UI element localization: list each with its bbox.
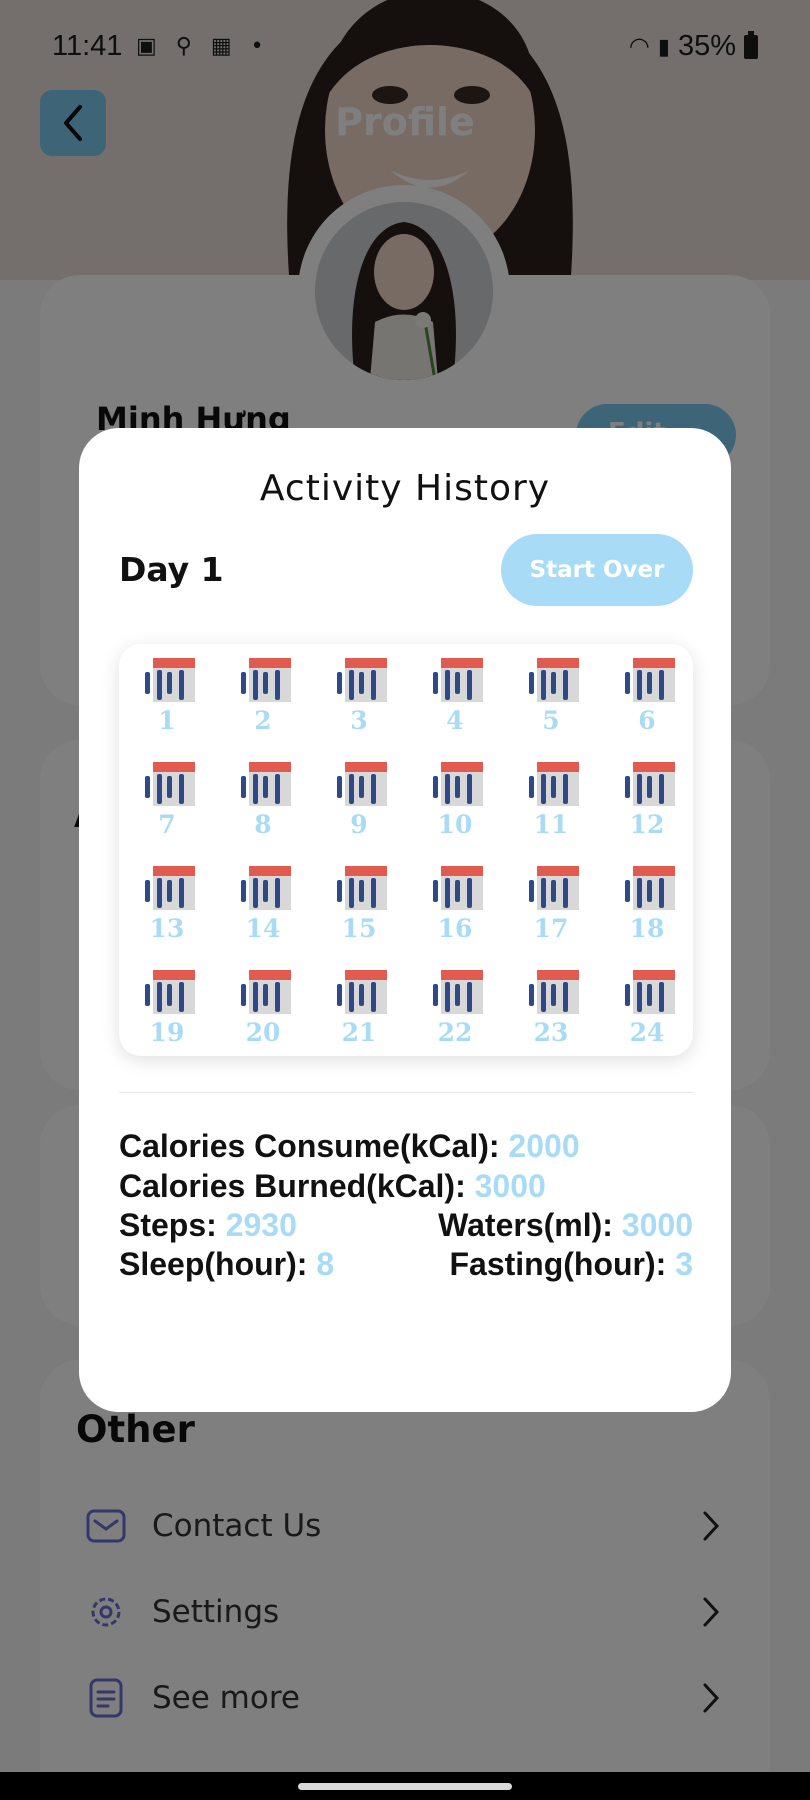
calendar-icon bbox=[145, 866, 195, 910]
day-number: 21 bbox=[341, 1018, 377, 1047]
activity-history-dialog: Activity History Day 1 Start Over 123456… bbox=[79, 428, 731, 1412]
calendar-icon bbox=[337, 658, 387, 702]
dialog-title: Activity History bbox=[259, 468, 551, 509]
day-number: 4 bbox=[446, 706, 464, 735]
calendar-icon bbox=[433, 970, 483, 1014]
divider bbox=[119, 1092, 693, 1093]
stat-value: 3 bbox=[675, 1246, 693, 1282]
day-number: 19 bbox=[149, 1018, 185, 1047]
calendar-icon bbox=[337, 866, 387, 910]
calendar-icon bbox=[337, 762, 387, 806]
day-number: 12 bbox=[629, 810, 665, 839]
calendar-icon bbox=[625, 762, 675, 806]
calendar-icon bbox=[145, 762, 195, 806]
day-item[interactable]: 7 bbox=[127, 754, 207, 850]
day-item[interactable]: 14 bbox=[223, 858, 303, 954]
day-item[interactable]: 9 bbox=[319, 754, 399, 850]
day-number: 7 bbox=[158, 810, 176, 839]
calendar-icon bbox=[433, 762, 483, 806]
day-grid: 1 2 3 4 5 6 7 8 9 10 11 12 13 14 15 16 17 18 19 20 21 22 23 24 bbox=[119, 644, 693, 1056]
calendar-icon bbox=[433, 866, 483, 910]
stat-value: 2000 bbox=[508, 1128, 580, 1164]
stat-sleep: Sleep(hour): 8 bbox=[119, 1246, 334, 1283]
day-number: 16 bbox=[437, 914, 473, 943]
day-item[interactable]: 17 bbox=[511, 858, 591, 954]
calendar-icon bbox=[529, 970, 579, 1014]
day-number: 14 bbox=[245, 914, 281, 943]
day-number: 18 bbox=[629, 914, 665, 943]
day-item[interactable]: 12 bbox=[607, 754, 687, 850]
day-number: 17 bbox=[533, 914, 569, 943]
day-number: 22 bbox=[437, 1018, 473, 1047]
day-number: 6 bbox=[638, 706, 656, 735]
stat-steps: Steps: 2930 bbox=[119, 1207, 297, 1244]
day-number: 9 bbox=[350, 810, 368, 839]
home-gesture-handle[interactable] bbox=[298, 1783, 512, 1790]
day-number: 1 bbox=[158, 706, 176, 735]
stat-value: 8 bbox=[316, 1246, 335, 1282]
stat-fasting: Fasting(hour): 3 bbox=[449, 1246, 693, 1283]
day-item[interactable]: 8 bbox=[223, 754, 303, 850]
calendar-icon bbox=[241, 970, 291, 1014]
calendar-icon bbox=[337, 970, 387, 1014]
day-item[interactable]: 6 bbox=[607, 650, 687, 746]
stat-label: Fasting(hour): bbox=[449, 1246, 667, 1282]
calendar-icon bbox=[625, 970, 675, 1014]
stat-label: Waters(ml): bbox=[438, 1207, 613, 1243]
day-item[interactable]: 3 bbox=[319, 650, 399, 746]
calendar-icon bbox=[241, 658, 291, 702]
stat-value: 3000 bbox=[621, 1207, 693, 1243]
day-number: 24 bbox=[629, 1018, 665, 1047]
day-item[interactable]: 1 bbox=[127, 650, 207, 746]
stat-value: 3000 bbox=[474, 1168, 546, 1204]
calendar-icon bbox=[529, 866, 579, 910]
stat-label: Steps: bbox=[119, 1207, 217, 1243]
day-item[interactable]: 21 bbox=[319, 962, 399, 1058]
calendar-icon bbox=[145, 970, 195, 1014]
stat-waters: Waters(ml): 3000 bbox=[438, 1207, 693, 1244]
day-item[interactable]: 16 bbox=[415, 858, 495, 954]
stat-label: Calories Consume(kCal): bbox=[119, 1128, 500, 1164]
day-number: 15 bbox=[341, 914, 377, 943]
day-number: 13 bbox=[149, 914, 185, 943]
calendar-icon bbox=[529, 762, 579, 806]
calendar-icon bbox=[529, 658, 579, 702]
stat-value: 2930 bbox=[225, 1207, 297, 1243]
day-item[interactable]: 4 bbox=[415, 650, 495, 746]
day-number: 23 bbox=[533, 1018, 569, 1047]
stat-calories-burned: Calories Burned(kCal): 3000 bbox=[119, 1168, 546, 1205]
navigation-bar bbox=[0, 1772, 810, 1800]
day-number: 5 bbox=[542, 706, 560, 735]
day-item[interactable]: 24 bbox=[607, 962, 687, 1058]
day-number: 20 bbox=[245, 1018, 281, 1047]
stat-calories-consume: Calories Consume(kCal): 2000 bbox=[119, 1128, 580, 1165]
day-item[interactable]: 5 bbox=[511, 650, 591, 746]
day-item[interactable]: 19 bbox=[127, 962, 207, 1058]
day-number: 10 bbox=[437, 810, 473, 839]
calendar-icon bbox=[625, 658, 675, 702]
calendar-icon bbox=[241, 762, 291, 806]
stat-label: Sleep(hour): bbox=[119, 1246, 308, 1282]
day-item[interactable]: 13 bbox=[127, 858, 207, 954]
day-number: 3 bbox=[350, 706, 368, 735]
day-number: 11 bbox=[533, 810, 569, 839]
day-number: 8 bbox=[254, 810, 272, 839]
day-item[interactable]: 18 bbox=[607, 858, 687, 954]
calendar-icon bbox=[241, 866, 291, 910]
day-item[interactable]: 22 bbox=[415, 962, 495, 1058]
calendar-icon bbox=[145, 658, 195, 702]
selected-day-label: Day 1 bbox=[119, 550, 224, 589]
calendar-icon bbox=[625, 866, 675, 910]
day-item[interactable]: 11 bbox=[511, 754, 591, 850]
start-over-button[interactable]: Start Over bbox=[501, 534, 693, 606]
stat-label: Calories Burned(kCal): bbox=[119, 1168, 466, 1204]
day-number: 2 bbox=[254, 706, 272, 735]
day-item[interactable]: 15 bbox=[319, 858, 399, 954]
day-item[interactable]: 10 bbox=[415, 754, 495, 850]
day-item[interactable]: 2 bbox=[223, 650, 303, 746]
day-item[interactable]: 20 bbox=[223, 962, 303, 1058]
day-item[interactable]: 23 bbox=[511, 962, 591, 1058]
calendar-icon bbox=[433, 658, 483, 702]
